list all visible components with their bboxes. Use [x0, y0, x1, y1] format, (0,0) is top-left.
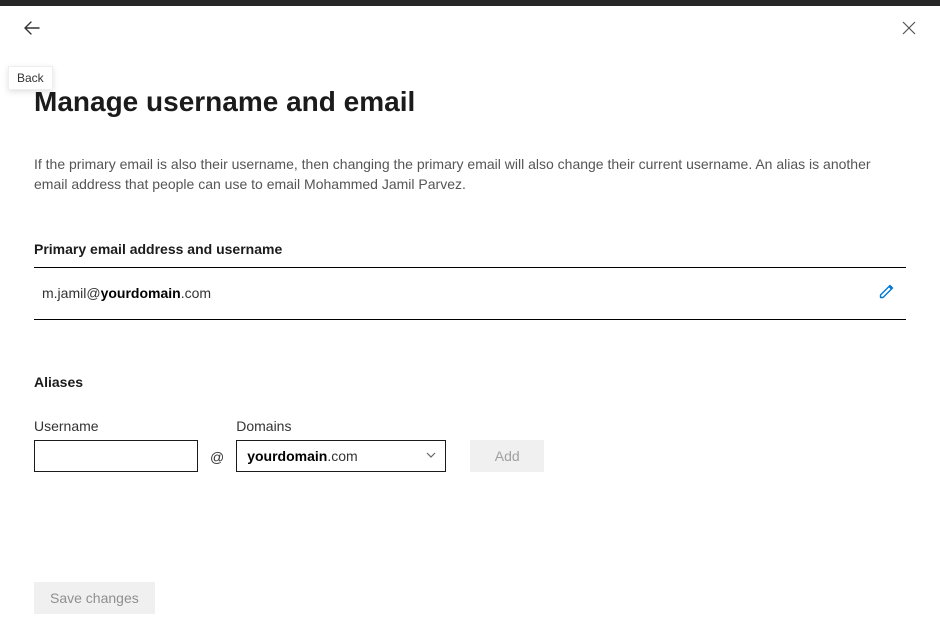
- back-button[interactable]: [22, 18, 42, 38]
- footer: Save changes: [34, 582, 155, 614]
- primary-email-value: m.jamil@yourdomain.com: [42, 285, 211, 301]
- add-alias-button[interactable]: Add: [470, 440, 544, 472]
- pencil-icon: [878, 282, 896, 300]
- primary-email-at: @: [86, 285, 100, 301]
- domains-field-group: Domains yourdomain.com: [236, 418, 446, 472]
- selected-domain-text: yourdomain.com: [247, 448, 357, 464]
- username-field-group: Username: [34, 418, 198, 472]
- chevron-down-icon: [425, 448, 437, 464]
- primary-email-section-label: Primary email address and username: [34, 241, 906, 257]
- primary-email-domain: yourdomain: [101, 285, 181, 301]
- header-row: [0, 6, 940, 38]
- arrow-left-icon: [23, 19, 41, 37]
- username-field-label: Username: [34, 418, 198, 434]
- close-icon: [902, 21, 916, 35]
- selected-domain-name: yourdomain: [247, 448, 327, 464]
- page-description: If the primary email is also their usern…: [34, 154, 906, 195]
- main-content: Manage username and email If the primary…: [0, 38, 940, 472]
- at-symbol: @: [210, 449, 224, 472]
- primary-email-row: m.jamil@yourdomain.com: [34, 267, 906, 320]
- close-button[interactable]: [900, 19, 918, 37]
- alias-username-input[interactable]: [34, 440, 198, 472]
- aliases-section-label: Aliases: [34, 374, 906, 390]
- alias-form-row: Username @ Domains yourdomain.com Add: [34, 418, 906, 472]
- primary-email-local: m.jamil: [42, 285, 86, 301]
- alias-domain-select[interactable]: yourdomain.com: [236, 440, 446, 472]
- selected-domain-tld: .com: [327, 448, 357, 464]
- edit-primary-email-button[interactable]: [878, 282, 896, 305]
- back-tooltip: Back: [8, 66, 53, 90]
- domains-field-label: Domains: [236, 418, 446, 434]
- save-changes-button[interactable]: Save changes: [34, 582, 155, 614]
- page-title: Manage username and email: [34, 86, 906, 118]
- primary-email-tld: .com: [181, 285, 211, 301]
